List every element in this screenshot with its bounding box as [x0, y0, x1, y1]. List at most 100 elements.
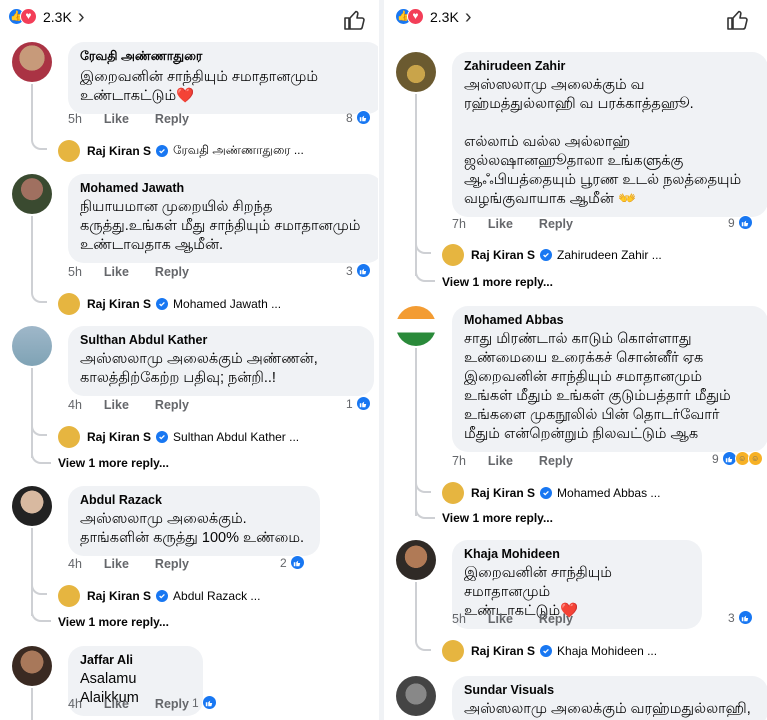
timestamp[interactable]: 4h	[68, 398, 82, 412]
reply-preview[interactable]: Raj Kiran S Mohamed Abbas ...	[442, 482, 660, 504]
haha-reaction-icon: ☺	[747, 451, 763, 466]
comment-bubble: Sundar Visuals அஸ்ஸலாமு அலைக்கும் வரஹ்மத…	[452, 676, 767, 720]
reply-button[interactable]: Reply	[155, 112, 189, 126]
timestamp[interactable]: 5h	[68, 265, 82, 279]
reply-target: ரேவதி அண்ணாதுரை ...	[173, 143, 304, 157]
reply-author: Raj Kiran S	[471, 486, 536, 500]
reaction-count-badge[interactable]: 1	[346, 396, 371, 411]
reaction-count-badge[interactable]: 9	[728, 215, 753, 230]
verified-badge-icon	[540, 249, 553, 261]
avatar[interactable]	[396, 676, 436, 716]
chevron-right-icon[interactable]: ›	[78, 7, 85, 27]
comment-actions: 4h Like Reply	[68, 398, 215, 412]
timestamp[interactable]: 4h	[68, 557, 82, 571]
view-more-replies-link[interactable]: View 1 more reply...	[442, 275, 553, 289]
like-button[interactable]: Like	[488, 454, 513, 468]
reaction-count-badge[interactable]: 1	[192, 695, 217, 710]
thread-connector	[415, 637, 431, 651]
comment-author[interactable]: ரேவதி அண்ணாதுரை	[80, 49, 371, 65]
love-reaction-icon: ♥	[20, 8, 37, 25]
timestamp[interactable]: 5h	[68, 112, 82, 126]
view-more-replies-link[interactable]: View 1 more reply...	[442, 511, 553, 525]
comment: Sulthan Abdul Kather அஸ்ஸலாமு அலைக்கும் …	[12, 326, 374, 396]
page: 👍 ♥ 2.3K › ரேவதி அண்ணாதுரை இறைவனின் சாந்…	[0, 0, 767, 720]
view-more-replies-link[interactable]: View 1 more reply...	[58, 456, 169, 470]
like-thumb-icon[interactable]	[726, 8, 750, 32]
like-icon	[737, 610, 753, 625]
comment-bubble: Zahirudeen Zahir அஸ்ஸலாமு அலைக்கும் வ ரஹ…	[452, 52, 767, 217]
comment-author[interactable]: Sundar Visuals	[464, 683, 756, 697]
timestamp[interactable]: 7h	[452, 217, 466, 231]
left-column: 👍 ♥ 2.3K › ரேவதி அண்ணாதுரை இறைவனின் சாந்…	[0, 0, 378, 720]
like-button[interactable]: Like	[104, 112, 129, 126]
like-button[interactable]: Like	[104, 697, 129, 711]
reactions-summary[interactable]: 👍 ♥ 2.3K ›	[8, 7, 85, 27]
avatar[interactable]	[12, 646, 52, 686]
avatar[interactable]	[396, 52, 436, 92]
thread-line	[31, 688, 33, 720]
timestamp[interactable]: 5h	[452, 612, 466, 626]
like-icon	[355, 396, 371, 411]
comment: Mohamed Abbas சாது மிரண்டால் காடும் கொள்…	[396, 306, 767, 452]
like-button[interactable]: Like	[104, 557, 129, 571]
comment-author[interactable]: Jaffar Ali	[80, 653, 191, 667]
reply-button[interactable]: Reply	[155, 265, 189, 279]
comment-bubble: Mohamed Abbas சாது மிரண்டால் காடும் கொள்…	[452, 306, 767, 452]
verified-badge-icon	[156, 431, 169, 443]
comment-text: அஸ்ஸலாமு அலைக்கும் வரஹ்மதுல்லாஹி,	[464, 701, 751, 717]
timestamp[interactable]: 4h	[68, 697, 82, 711]
comment-author[interactable]: Mohamed Jawath	[80, 181, 371, 195]
reply-button[interactable]: Reply	[155, 697, 189, 711]
avatar[interactable]	[12, 326, 52, 366]
reply-target: Mohamed Abbas ...	[557, 486, 661, 500]
like-button[interactable]: Like	[104, 398, 129, 412]
reaction-count-badge[interactable]: 9 ☺ ☺	[712, 451, 763, 466]
comment-author[interactable]: Zahirudeen Zahir	[464, 59, 756, 73]
avatar[interactable]	[396, 306, 436, 346]
thread-line	[31, 84, 33, 138]
reply-avatar	[58, 426, 80, 448]
reply-preview[interactable]: Raj Kiran S Zahirudeen Zahir ...	[442, 244, 662, 266]
timestamp[interactable]: 7h	[452, 454, 466, 468]
reply-button[interactable]: Reply	[155, 557, 189, 571]
reply-preview[interactable]: Raj Kiran S Sulthan Abdul Kather ...	[58, 426, 299, 448]
reply-button[interactable]: Reply	[155, 398, 189, 412]
reply-author: Raj Kiran S	[87, 430, 152, 444]
comment-author[interactable]: Mohamed Abbas	[464, 313, 756, 327]
reply-target: Sulthan Abdul Kather ...	[173, 430, 300, 444]
like-button[interactable]: Like	[104, 265, 129, 279]
reply-preview[interactable]: Raj Kiran S Mohamed Jawath ...	[58, 293, 281, 315]
like-button[interactable]: Like	[488, 612, 513, 626]
reply-target: Mohamed Jawath ...	[173, 297, 282, 311]
comment-author[interactable]: Abdul Razack	[80, 493, 308, 507]
thread-connector	[31, 289, 47, 303]
chevron-right-icon[interactable]: ›	[465, 7, 472, 27]
reply-avatar	[58, 585, 80, 607]
reaction-count-badge[interactable]: 2	[280, 555, 305, 570]
reply-preview[interactable]: Raj Kiran S ரேவதி அண்ணாதுரை ...	[58, 140, 304, 162]
reply-button[interactable]: Reply	[539, 454, 573, 468]
reply-avatar	[58, 140, 80, 162]
like-thumb-icon[interactable]	[343, 8, 367, 32]
verified-badge-icon	[156, 145, 169, 157]
comment-author[interactable]: Khaja Mohideen	[464, 547, 690, 561]
reaction-count-badge[interactable]: 3	[346, 263, 371, 278]
avatar[interactable]	[12, 42, 52, 82]
comment-actions: 7h Like Reply	[452, 217, 599, 231]
comment: Abdul Razack அஸ்ஸலாமு அலைக்கும். தாங்களி…	[12, 486, 320, 556]
reply-target: Abdul Razack ...	[173, 589, 261, 603]
avatar[interactable]	[12, 486, 52, 526]
avatar[interactable]	[396, 540, 436, 580]
view-more-replies-link[interactable]: View 1 more reply...	[58, 615, 169, 629]
reactions-summary[interactable]: 👍 ♥ 2.3K ›	[395, 7, 472, 27]
reply-preview[interactable]: Raj Kiran S Abdul Razack ...	[58, 585, 260, 607]
reply-button[interactable]: Reply	[539, 612, 573, 626]
comment-author[interactable]: Sulthan Abdul Kather	[80, 333, 362, 347]
comment: Mohamed Jawath நியாயமான முறையில் சிறந்த …	[12, 174, 378, 263]
reply-button[interactable]: Reply	[539, 217, 573, 231]
like-button[interactable]: Like	[488, 217, 513, 231]
reply-preview[interactable]: Raj Kiran S Khaja Mohideen ...	[442, 640, 657, 662]
reaction-count-badge[interactable]: 8	[346, 110, 371, 125]
avatar[interactable]	[12, 174, 52, 214]
reaction-count-badge[interactable]: 3	[728, 610, 753, 625]
